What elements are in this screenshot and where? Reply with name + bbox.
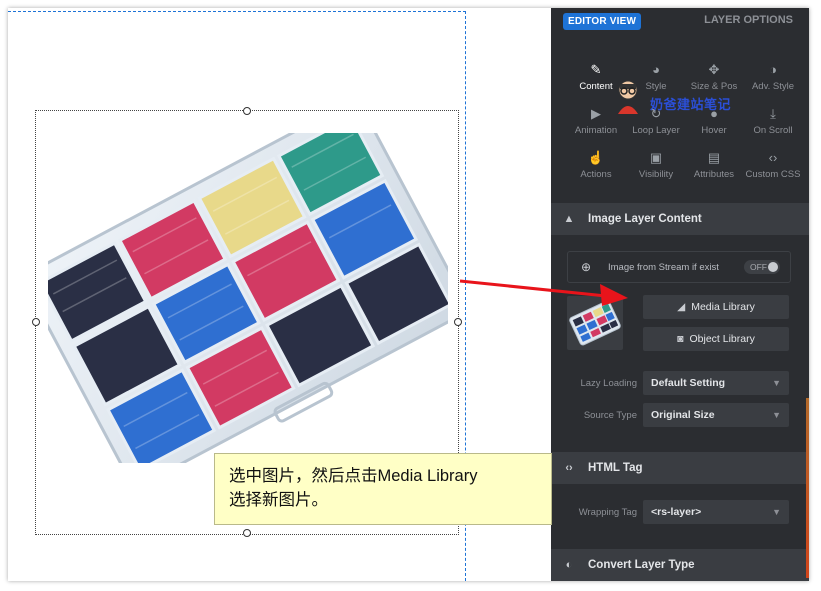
annotation-line-1: 选中图片，然后点击Media Library: [229, 467, 478, 485]
annotation-line-2: 选择新图片。: [229, 491, 328, 509]
annotation-note: 选中图片，然后点击Media Library 选择新图片。: [214, 453, 552, 525]
